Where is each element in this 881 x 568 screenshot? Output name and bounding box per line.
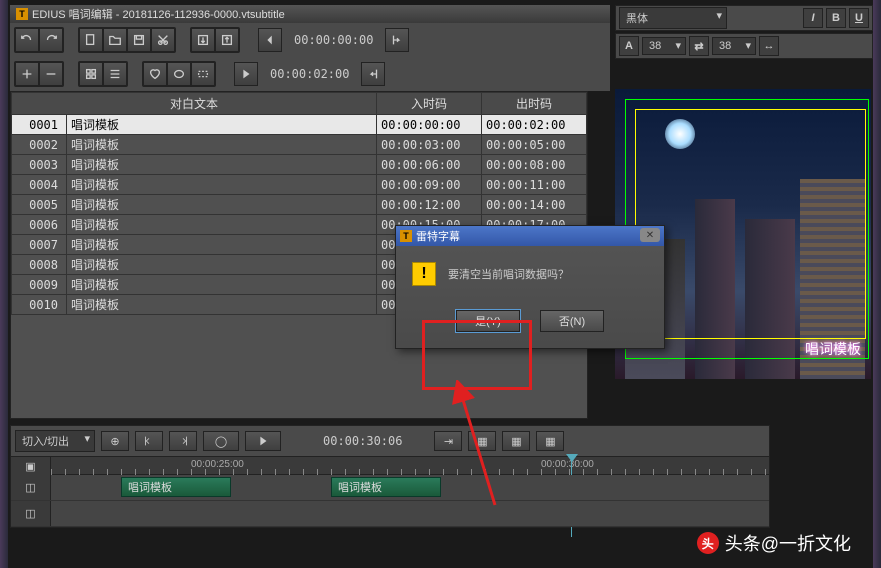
watermark: 头 头条@一折文化 — [697, 530, 851, 556]
heart-button[interactable] — [143, 62, 167, 86]
open-button[interactable] — [103, 28, 127, 52]
track-1[interactable]: ◫ 唱词模板 唱词模板 — [11, 475, 769, 501]
add-button[interactable] — [15, 62, 39, 86]
confirm-dialog: T 雷特字幕 ✕ ! 要清空当前唱词数据吗？ 是(Y) 否(N) — [395, 225, 665, 349]
underline-button[interactable]: U — [849, 8, 869, 28]
mask-button[interactable] — [167, 62, 191, 86]
table-row[interactable]: 0001唱词模板00:00:00:0000:00:02:00 — [12, 115, 587, 135]
dialog-message: 要清空当前唱词数据吗？ — [448, 266, 569, 282]
play-button[interactable] — [234, 62, 258, 86]
font-family-select[interactable]: 黑体 — [619, 7, 727, 29]
font-toolbar: 黑体 I B U — [615, 5, 873, 31]
second-toolbar: 00:00:02:00 — [10, 57, 610, 91]
tl-mark-in[interactable] — [135, 431, 163, 451]
track-2[interactable]: ◫ — [11, 501, 769, 527]
redo-button[interactable] — [39, 28, 63, 52]
timeline-panel: 切入/切出 ⊕ ◯ 00:00:30:06 ⇥ ▦ ▦ ▦ ▣ 00:00:25… — [10, 425, 770, 528]
timestamp-2: 00:00:02:00 — [262, 67, 357, 81]
warning-icon: ! — [412, 262, 436, 286]
italic-button[interactable]: I — [803, 8, 823, 28]
list-button[interactable] — [103, 62, 127, 86]
tl-loop[interactable]: ◯ — [203, 431, 239, 451]
tl-v1[interactable]: ▦ — [468, 431, 496, 451]
dialog-title: 雷特字幕 — [416, 228, 460, 244]
edit-mode-select[interactable]: 切入/切出 — [15, 430, 95, 452]
undo-button[interactable] — [15, 28, 39, 52]
remove-button[interactable] — [39, 62, 63, 86]
timeline-ruler[interactable]: 00:00:25:00 00:00:30:00 — [51, 457, 769, 475]
table-row[interactable]: 0003唱词模板00:00:06:0000:00:08:00 — [12, 155, 587, 175]
watermark-text: 头条@一折文化 — [725, 530, 851, 556]
dialog-titlebar[interactable]: T 雷特字幕 ✕ — [396, 226, 664, 246]
dialog-yes-button[interactable]: 是(Y) — [456, 310, 520, 332]
timestamp-1: 00:00:00:00 — [286, 33, 381, 47]
preview-caption: 唱词模板 — [805, 339, 861, 359]
size-toolbar: A 38 ⇄ 38 ↔ — [615, 33, 873, 59]
clip-2[interactable]: 唱词模板 — [331, 477, 441, 497]
tl-mark-out[interactable] — [169, 431, 197, 451]
type-button[interactable] — [191, 62, 215, 86]
ruler-head-icon[interactable]: ▣ — [11, 457, 51, 475]
tl-btn1[interactable]: ⊕ — [101, 431, 129, 451]
save-button[interactable] — [127, 28, 151, 52]
table-row[interactable]: 0002唱词模板00:00:03:0000:00:05:00 — [12, 135, 587, 155]
app-icon: T — [16, 8, 28, 20]
mark-in-button[interactable] — [385, 28, 409, 52]
tl-fit[interactable]: ⇥ — [434, 431, 462, 451]
prev-button[interactable] — [258, 28, 282, 52]
bold-button[interactable]: B — [826, 8, 846, 28]
scissors-button[interactable] — [151, 28, 175, 52]
main-toolbar: 00:00:00:00 — [10, 23, 610, 57]
col-out[interactable]: 出时码 — [482, 93, 587, 115]
export-button[interactable] — [215, 28, 239, 52]
tl-play[interactable] — [245, 431, 281, 451]
tl-v2[interactable]: ▦ — [502, 431, 530, 451]
text-size-icon: A — [619, 36, 639, 56]
timeline-position: 00:00:30:06 — [323, 434, 402, 448]
dialog-no-button[interactable]: 否(N) — [540, 310, 604, 332]
clip-1[interactable]: 唱词模板 — [121, 477, 231, 497]
dialog-icon: T — [400, 230, 412, 242]
track-head-icon[interactable]: ◫ — [11, 475, 51, 500]
new-button[interactable] — [79, 28, 103, 52]
mark-out-button[interactable] — [361, 62, 385, 86]
watermark-icon: 头 — [697, 532, 719, 554]
size2-select[interactable]: 38 — [712, 37, 756, 55]
tl-v3[interactable]: ▦ — [536, 431, 564, 451]
size1-select[interactable]: 38 — [642, 37, 686, 55]
import-button[interactable] — [191, 28, 215, 52]
window-titlebar: T EDIUS 唱词编辑 - 20181126-112936-0000.vtsu… — [10, 5, 610, 23]
link-icon[interactable]: ⇄ — [689, 36, 709, 56]
dialog-close-button[interactable]: ✕ — [640, 228, 660, 242]
kerning-icon[interactable]: ↔ — [759, 36, 779, 56]
track-head-icon[interactable]: ◫ — [11, 501, 51, 526]
col-in[interactable]: 入时码 — [377, 93, 482, 115]
table-row[interactable]: 0004唱词模板00:00:09:0000:00:11:00 — [12, 175, 587, 195]
table-row[interactable]: 0005唱词模板00:00:12:0000:00:14:00 — [12, 195, 587, 215]
window-title: EDIUS 唱词编辑 - 20181126-112936-0000.vtsubt… — [32, 6, 285, 22]
col-text[interactable]: 对白文本 — [12, 93, 377, 115]
grid-button[interactable] — [79, 62, 103, 86]
